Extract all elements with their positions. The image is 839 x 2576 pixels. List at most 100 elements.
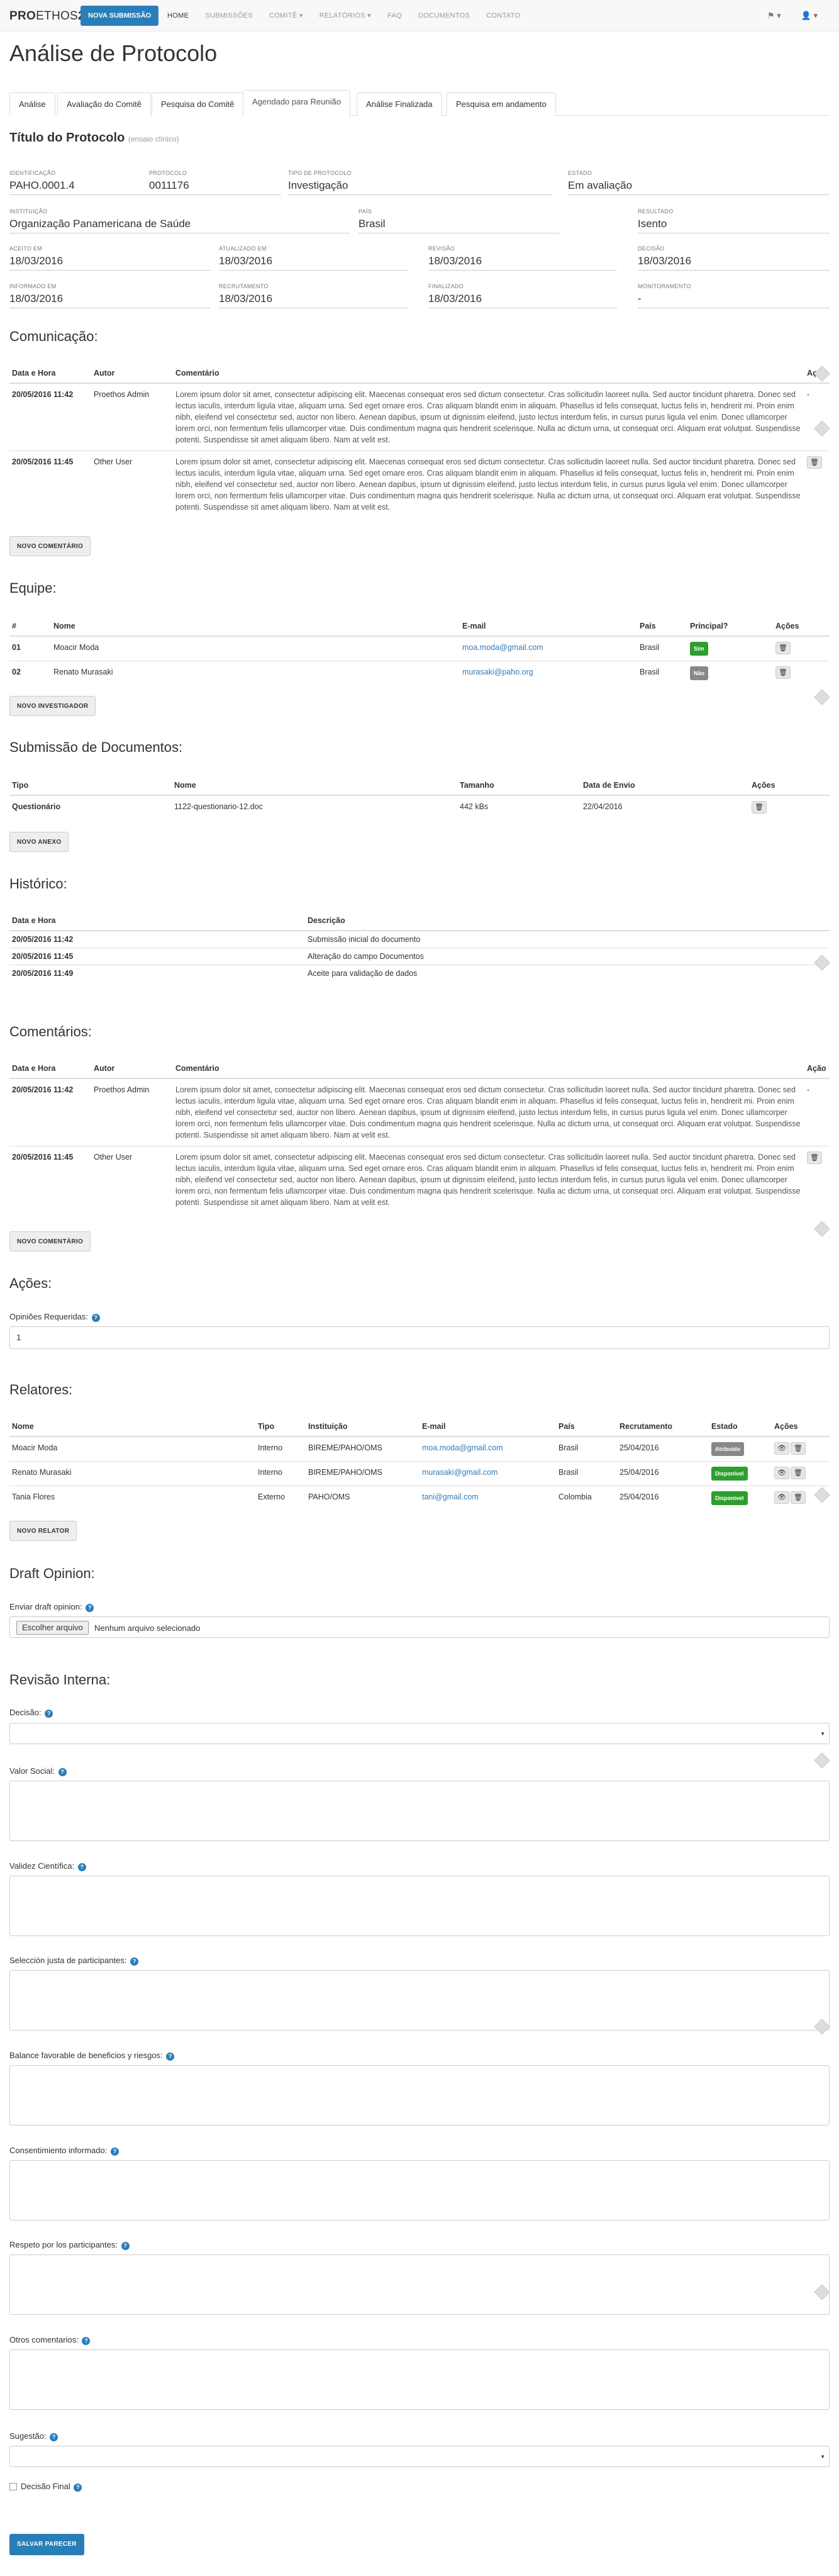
new-comment-button[interactable]: NOVO COMENTÁRIO bbox=[9, 1231, 91, 1252]
tab-in-progress[interactable]: Pesquisa em andamento bbox=[447, 92, 556, 116]
field-label: INSTITUIÇÃO bbox=[9, 208, 48, 215]
help-icon[interactable]: ? bbox=[58, 1768, 67, 1776]
email-link[interactable]: murasaki@gmail.com bbox=[422, 1468, 497, 1477]
help-icon[interactable]: ? bbox=[50, 2433, 58, 2441]
help-icon[interactable]: ? bbox=[91, 1314, 100, 1322]
status-badge: Disponível bbox=[711, 1491, 748, 1505]
section-draft-opinion: Draft Opinion: bbox=[9, 1565, 95, 1581]
eye-icon[interactable]: 👁 bbox=[774, 1467, 789, 1479]
help-icon[interactable]: ? bbox=[130, 1957, 139, 1966]
protocol-field: INSTITUIÇÃO Organização Panamericana de S… bbox=[9, 208, 349, 233]
eye-icon[interactable]: 👁 bbox=[774, 1491, 789, 1504]
protocol-field: ACEITO EM 18/03/2016 bbox=[9, 245, 211, 271]
menu-submissions[interactable]: SUBMISSÕES bbox=[197, 0, 261, 31]
suggestion-label: Sugestão: ? bbox=[9, 2431, 58, 2441]
menu-faq[interactable]: FAQ bbox=[379, 0, 410, 31]
draft-file-input[interactable]: Escolher arquivo Nenhum arquivo selecion… bbox=[9, 1616, 830, 1638]
help-icon[interactable]: ? bbox=[121, 2242, 130, 2250]
tab-committee-search[interactable]: Pesquisa do Comitê bbox=[152, 92, 244, 116]
new-investigator-button[interactable]: NOVO INVESTIGADOR bbox=[9, 696, 96, 716]
file-status: Nenhum arquivo selecionado bbox=[94, 1623, 201, 1633]
tab-analysis[interactable]: Análise bbox=[9, 92, 55, 116]
field-label: DECISÃO bbox=[638, 245, 665, 252]
field-label: RESULTADO bbox=[638, 208, 674, 215]
help-icon[interactable]: ? bbox=[82, 2337, 91, 2345]
menu-contact[interactable]: CONTATO bbox=[478, 0, 528, 31]
email-link[interactable]: moa.moda@gmail.com bbox=[422, 1443, 503, 1452]
brand-logo[interactable]: PROETHOS2 bbox=[9, 9, 85, 23]
help-icon[interactable]: ? bbox=[86, 1604, 94, 1612]
section-documents: Submissão de Documentos: bbox=[9, 739, 183, 755]
trash-icon[interactable]: 🗑 bbox=[752, 801, 767, 814]
trash-icon[interactable]: 🗑 bbox=[775, 642, 791, 654]
informed-consent-label: Consentimiento informado: ? bbox=[9, 2146, 119, 2156]
decision-select[interactable]: ▼ bbox=[9, 1723, 830, 1744]
new-attachment-button[interactable]: NOVO ANEXO bbox=[9, 832, 69, 852]
other-comments-textarea[interactable] bbox=[9, 2349, 830, 2410]
protocol-field: ESTADO Em avaliação bbox=[568, 170, 830, 195]
trash-icon[interactable]: 🗑 bbox=[791, 1491, 806, 1504]
help-icon[interactable]: ? bbox=[166, 2052, 175, 2061]
status-badge: Sim bbox=[690, 642, 708, 656]
field-label: MONITORAMENTO bbox=[638, 283, 691, 289]
scroll-top-icon[interactable] bbox=[814, 1752, 830, 1769]
final-decision-checkbox[interactable]: Decisão Final ? bbox=[9, 2482, 82, 2492]
field-value: Organização Panamericana de Saúde bbox=[9, 218, 349, 233]
status-badge: Disponível bbox=[711, 1467, 748, 1481]
draft-label: Enviar draft opinion: ? bbox=[9, 1602, 94, 1612]
eye-icon[interactable]: 👁 bbox=[774, 1442, 789, 1455]
new-submission-button[interactable]: NOVA SUBMISSÃO bbox=[81, 6, 159, 26]
col-author: Autor bbox=[91, 364, 173, 384]
social-value-textarea[interactable] bbox=[9, 1781, 830, 1841]
help-icon[interactable]: ? bbox=[45, 1710, 53, 1718]
menu-committee[interactable]: COMITÊ ▾ bbox=[261, 0, 311, 31]
participant-selection-textarea[interactable] bbox=[9, 1970, 830, 2030]
suggestion-select[interactable]: ▼ bbox=[9, 2446, 830, 2467]
menu-home[interactable]: HOME bbox=[159, 0, 197, 31]
tab-analysis-finished[interactable]: Análise Finalizada bbox=[357, 92, 442, 116]
benefit-risk-textarea[interactable] bbox=[9, 2065, 830, 2125]
protocol-field: MONITORAMENTO - bbox=[638, 283, 830, 308]
trash-icon[interactable]: 🗑 bbox=[807, 1151, 822, 1164]
flag-icon[interactable]: ⚑ ▾ bbox=[757, 0, 791, 31]
chevron-down-icon: ▼ bbox=[820, 1731, 825, 1737]
menu-reports[interactable]: RELATÓRIOS ▾ bbox=[311, 0, 379, 31]
required-opinions-input[interactable]: 1 bbox=[9, 1326, 830, 1349]
section-actions: Ações: bbox=[9, 1275, 52, 1291]
respect-textarea[interactable] bbox=[9, 2254, 830, 2315]
tab-scheduled[interactable]: Agendado para Reunião bbox=[243, 90, 350, 116]
choose-file-button[interactable]: Escolher arquivo bbox=[16, 1621, 89, 1635]
tab-bar: Análise Avaliação do Comitê Pesquisa do … bbox=[9, 90, 830, 116]
table-row: 20/05/2016 11:49 Aceite para validação de… bbox=[9, 965, 830, 982]
save-opinion-button[interactable]: SALVAR PARECER bbox=[9, 2534, 84, 2555]
menu-documents[interactable]: DOCUMENTOS bbox=[410, 0, 478, 31]
new-communication-button[interactable]: NOVO COMENTÁRIO bbox=[9, 536, 91, 556]
help-icon[interactable]: ? bbox=[110, 2148, 119, 2156]
scroll-top-icon[interactable] bbox=[814, 1221, 830, 1237]
email-link[interactable]: murasaki@paho.org bbox=[462, 668, 533, 676]
scientific-validity-textarea[interactable] bbox=[9, 1876, 830, 1936]
table-row: 01 Moacir Moda moa.moda@gmail.com Brasil… bbox=[9, 636, 830, 661]
table-row: 20/05/2016 11:45 Other User Lorem ipsum … bbox=[9, 451, 830, 518]
tab-committee-eval[interactable]: Avaliação do Comitê bbox=[57, 92, 151, 116]
trash-icon[interactable]: 🗑 bbox=[791, 1467, 806, 1479]
email-link[interactable]: tani@gmail.com bbox=[422, 1492, 479, 1501]
informed-consent-textarea[interactable] bbox=[9, 2160, 830, 2220]
col-comment: Comentário bbox=[173, 364, 804, 384]
protocol-field: DECISÃO 18/03/2016 bbox=[638, 245, 830, 271]
help-icon[interactable]: ? bbox=[77, 1863, 86, 1871]
trash-icon[interactable]: 🗑 bbox=[775, 666, 791, 679]
social-value-label: Valor Social: ? bbox=[9, 1766, 67, 1776]
new-reporter-button[interactable]: NOVO RELATOR bbox=[9, 1521, 77, 1541]
help-icon[interactable]: ? bbox=[74, 2484, 82, 2492]
section-communication: Comunicação: bbox=[9, 328, 98, 344]
trash-icon[interactable]: 🗑 bbox=[791, 1442, 806, 1455]
navbar-right: ⚑ ▾ 👤 ▾ bbox=[757, 0, 828, 31]
checkbox-icon[interactable] bbox=[9, 2483, 17, 2490]
scroll-top-icon[interactable] bbox=[814, 689, 830, 705]
email-link[interactable]: moa.moda@gmail.com bbox=[462, 643, 543, 652]
user-icon[interactable]: 👤 ▾ bbox=[791, 0, 828, 31]
trash-icon[interactable]: 🗑 bbox=[807, 456, 822, 469]
page-title: Análise de Protocolo bbox=[9, 40, 218, 66]
table-row: 20/05/2016 11:45 Alteração do campo Docum… bbox=[9, 948, 830, 965]
